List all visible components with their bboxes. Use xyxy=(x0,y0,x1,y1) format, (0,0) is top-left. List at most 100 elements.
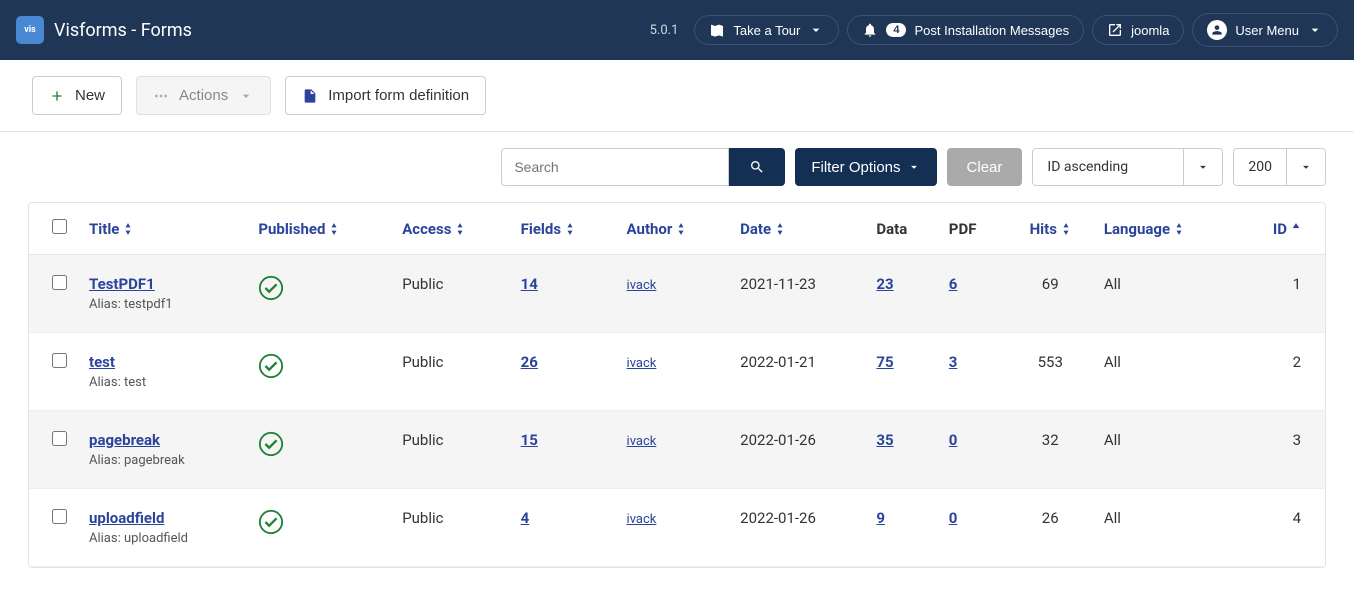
row-checkbox[interactable] xyxy=(52,509,67,524)
map-icon xyxy=(709,22,725,38)
clear-button[interactable]: Clear xyxy=(947,148,1023,186)
hits-cell: 26 xyxy=(1007,489,1094,567)
document-icon xyxy=(302,88,318,104)
toolbar: New Actions Import form definition xyxy=(0,60,1354,132)
date-cell: 2022-01-21 xyxy=(730,333,866,411)
col-pdf: PDF xyxy=(939,203,1007,255)
table-row: TestPDF1 Alias: testpdf1 Public 14 ivack… xyxy=(29,255,1325,333)
language-cell: All xyxy=(1094,411,1237,489)
select-all-checkbox[interactable] xyxy=(52,219,67,234)
chevron-down-icon xyxy=(907,160,921,174)
pdf-link[interactable]: 0 xyxy=(949,431,958,449)
id-cell: 4 xyxy=(1236,489,1325,567)
external-link-icon xyxy=(1107,22,1123,38)
user-avatar-icon xyxy=(1207,20,1227,40)
data-link[interactable]: 75 xyxy=(876,353,893,371)
id-cell: 3 xyxy=(1236,411,1325,489)
bell-icon xyxy=(862,22,878,38)
form-title-link[interactable]: pagebreak xyxy=(89,431,160,449)
row-checkbox[interactable] xyxy=(52,353,67,368)
col-id[interactable]: ID xyxy=(1273,220,1301,238)
user-menu-button[interactable]: User Menu xyxy=(1192,13,1338,47)
fields-link[interactable]: 4 xyxy=(521,509,530,527)
form-title-link[interactable]: TestPDF1 xyxy=(89,275,155,293)
form-alias: Alias: test xyxy=(89,375,238,390)
hits-cell: 553 xyxy=(1007,333,1094,411)
col-title[interactable]: Title xyxy=(89,220,133,238)
col-fields[interactable]: Fields xyxy=(521,220,575,238)
app-header: vis Visforms - Forms 5.0.1 Take a Tour 4… xyxy=(0,0,1354,60)
row-checkbox[interactable] xyxy=(52,431,67,446)
limit-select[interactable]: 200 xyxy=(1233,148,1326,186)
search-icon xyxy=(749,159,765,175)
col-author[interactable]: Author xyxy=(627,220,687,238)
sort-select[interactable]: ID ascending xyxy=(1032,148,1223,186)
author-link[interactable]: ivack xyxy=(627,434,657,449)
id-cell: 2 xyxy=(1236,333,1325,411)
date-cell: 2021-11-23 xyxy=(730,255,866,333)
search-button[interactable] xyxy=(729,148,785,186)
chevron-down-icon xyxy=(1286,149,1325,185)
form-alias: Alias: uploadfield xyxy=(89,531,238,546)
take-tour-button[interactable]: Take a Tour xyxy=(694,15,839,45)
form-title-link[interactable]: test xyxy=(89,353,115,371)
table-row: pagebreak Alias: pagebreak Public 15 iva… xyxy=(29,411,1325,489)
data-link[interactable]: 9 xyxy=(876,509,885,527)
published-status-icon[interactable] xyxy=(258,509,284,535)
joomla-version: 5.0.1 xyxy=(645,23,679,38)
form-alias: Alias: pagebreak xyxy=(89,453,238,468)
data-link[interactable]: 23 xyxy=(876,275,893,293)
fields-link[interactable]: 15 xyxy=(521,431,538,449)
row-checkbox[interactable] xyxy=(52,275,67,290)
published-status-icon[interactable] xyxy=(258,275,284,301)
author-link[interactable]: ivack xyxy=(627,512,657,527)
author-link[interactable]: ivack xyxy=(627,278,657,293)
col-data: Data xyxy=(866,203,938,255)
date-cell: 2022-01-26 xyxy=(730,411,866,489)
joomla-link-button[interactable]: joomla xyxy=(1092,15,1184,45)
notification-badge: 4 xyxy=(886,23,906,37)
col-language[interactable]: Language xyxy=(1104,220,1184,238)
author-link[interactable]: ivack xyxy=(627,356,657,371)
language-cell: All xyxy=(1094,333,1237,411)
search-input[interactable] xyxy=(501,148,729,186)
chevron-down-icon xyxy=(808,22,824,38)
table-row: uploadfield Alias: uploadfield Public 4 … xyxy=(29,489,1325,567)
published-status-icon[interactable] xyxy=(258,353,284,379)
forms-table-wrap: Title Published Access Fields Author Dat… xyxy=(28,202,1326,568)
data-link[interactable]: 35 xyxy=(876,431,893,449)
date-cell: 2022-01-26 xyxy=(730,489,866,567)
actions-button[interactable]: Actions xyxy=(136,76,271,115)
fields-link[interactable]: 14 xyxy=(521,275,538,293)
hits-cell: 69 xyxy=(1007,255,1094,333)
post-installation-button[interactable]: 4 Post Installation Messages xyxy=(847,15,1084,45)
col-hits[interactable]: Hits xyxy=(1030,220,1071,238)
col-access[interactable]: Access xyxy=(402,220,465,238)
access-cell: Public xyxy=(392,411,510,489)
access-cell: Public xyxy=(392,333,510,411)
new-button[interactable]: New xyxy=(32,76,122,115)
pdf-link[interactable]: 6 xyxy=(949,275,958,293)
header-actions: 5.0.1 Take a Tour 4 Post Installation Me… xyxy=(645,13,1338,47)
col-published[interactable]: Published xyxy=(258,220,339,238)
fields-link[interactable]: 26 xyxy=(521,353,538,371)
access-cell: Public xyxy=(392,489,510,567)
import-button[interactable]: Import form definition xyxy=(285,76,486,115)
form-title-link[interactable]: uploadfield xyxy=(89,509,164,527)
filter-options-button[interactable]: Filter Options xyxy=(795,148,936,186)
forms-table: Title Published Access Fields Author Dat… xyxy=(29,203,1325,567)
chevron-down-icon xyxy=(1183,149,1222,185)
chevron-down-icon xyxy=(1307,22,1323,38)
pdf-link[interactable]: 0 xyxy=(949,509,958,527)
col-date[interactable]: Date xyxy=(740,220,785,238)
pdf-link[interactable]: 3 xyxy=(949,353,958,371)
page-title: Visforms - Forms xyxy=(54,20,645,41)
table-row: test Alias: test Public 26 ivack 2022-01… xyxy=(29,333,1325,411)
access-cell: Public xyxy=(392,255,510,333)
language-cell: All xyxy=(1094,489,1237,567)
filters-bar: Filter Options Clear ID ascending 200 xyxy=(0,132,1326,202)
chevron-down-icon xyxy=(238,88,254,104)
hits-cell: 32 xyxy=(1007,411,1094,489)
form-alias: Alias: testpdf1 xyxy=(89,297,238,312)
published-status-icon[interactable] xyxy=(258,431,284,457)
